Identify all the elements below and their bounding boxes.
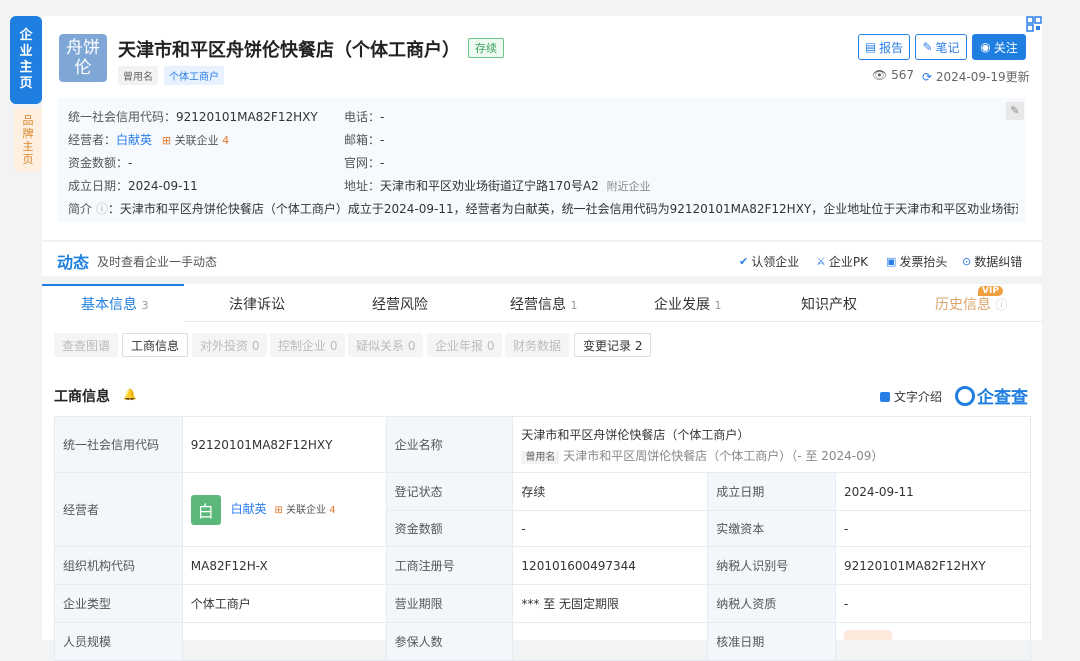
table-row: 组织机构代码 MA82F12H-X 工商注册号 120101600497344 …: [54, 546, 1031, 585]
tab-development[interactable]: 企业发展 1: [654, 294, 721, 314]
table-row: 统一社会信用代码 92120101MA82F12HXY 企业名称 天津市和平区舟…: [54, 416, 1031, 473]
website-row: 官网：-: [344, 156, 385, 170]
pk-icon: ⚔: [816, 255, 826, 268]
email-row: 邮箱：-: [344, 133, 385, 147]
operator-link[interactable]: 白献英: [231, 502, 267, 516]
view-count: 👁 567: [872, 68, 914, 82]
info-icon: ⓘ: [95, 202, 108, 216]
former-name-value: 天津市和平区周饼伦快餐店（个体工商户）（- 至 2024-09）: [563, 448, 884, 463]
tab-ip[interactable]: 知识产权: [801, 294, 857, 314]
capital-row: 资金数额：-: [68, 156, 133, 170]
check-shield-icon: ✔: [739, 255, 749, 268]
tab-basic-info[interactable]: 基本信息 3: [81, 294, 148, 314]
former-name-tag: 曾用名: [521, 450, 560, 464]
related-company-link[interactable]: ⊞ 关联企业 4: [274, 505, 335, 516]
credit-code-row: 统一社会信用代码：92120101MA82F12HXY: [68, 110, 318, 124]
bell-icon[interactable]: 🔔: [123, 388, 137, 401]
avatar: 白: [190, 494, 221, 525]
intro-row: 简介 ⓘ：天津市和平区舟饼伦快餐店（个体工商户）成立于2024-09-11，经营…: [68, 202, 1018, 216]
location-icon: ◉: [980, 40, 991, 54]
founded-row: 成立日期：2024-09-11: [68, 179, 198, 193]
follow-button[interactable]: ◉ 关注: [972, 34, 1026, 60]
table-row: 企业类型 个体工商户 营业期限 *** 至 无固定期限 纳税人资质 -: [54, 584, 1031, 623]
refresh-icon: ⟳: [922, 70, 933, 84]
former-name-tag[interactable]: 曾用名: [118, 66, 158, 85]
report-icon: ▤: [864, 40, 877, 54]
vip-badge: VIP: [978, 286, 1003, 296]
section-title: 工商信息: [54, 389, 110, 405]
side-tab-company-home[interactable]: 企业主页: [10, 16, 42, 104]
related-icon: ⊞: [161, 134, 172, 147]
doc-icon: [880, 391, 890, 402]
tab-risk[interactable]: 经营风险: [372, 294, 428, 314]
subtab-business-info[interactable]: 工商信息: [122, 333, 189, 357]
edit-icon[interactable]: ✎: [1006, 102, 1024, 120]
claim-company-link[interactable]: ✔ 认领企业: [739, 253, 799, 270]
status-badge: 存续: [468, 38, 504, 58]
table-row: 经营者 白 白献英 ⊞ 关联企业 4 登记状态 存续 成立日期 2024-09-…: [54, 472, 1031, 547]
tab-business-info[interactable]: 经营信息 1: [510, 294, 577, 314]
report-button[interactable]: ▤ 报告: [858, 34, 910, 60]
eye-icon: 👁: [872, 68, 888, 82]
tab-history[interactable]: 历史信息 ⓘ: [935, 294, 1007, 314]
subtab-finance[interactable]: 财务数据: [505, 333, 570, 357]
subtab-graph[interactable]: 查查图谱: [54, 333, 119, 357]
operator-link[interactable]: 白献英: [116, 133, 152, 147]
qcc-logo-icon: [955, 385, 975, 406]
company-type-tag: 个体工商户: [164, 66, 224, 85]
phone-row: 电话：-: [344, 110, 385, 124]
update-date: ⟳ 2024-09-19更新: [922, 70, 1030, 84]
subtab-suspected[interactable]: 疑似关系 0: [348, 333, 424, 357]
address-row: 地址：天津市和平区劝业场街道辽宁路170号A2 附近企业: [344, 179, 651, 193]
company-name: 天津市和平区舟饼伦快餐店（个体工商户）: [118, 40, 460, 61]
data-correction-link[interactable]: ⊙ 数据纠错: [962, 253, 1022, 270]
note-button[interactable]: ✎ 笔记: [915, 34, 967, 60]
dynamics-subtitle: 及时查看企业一手动态: [97, 255, 218, 269]
table-row: 人员规模 参保人数 核准日期: [54, 622, 1031, 661]
text-intro-button[interactable]: 文字介绍: [880, 388, 942, 405]
tab-legal[interactable]: 法律诉讼: [229, 294, 285, 314]
company-logo: 舟饼伦: [59, 34, 107, 82]
pencil-icon: ✎: [922, 40, 933, 54]
subtab-controlled[interactable]: 控制企业 0: [270, 333, 346, 357]
operator-row: 经营者：白献英 ⊞ 关联企业 4: [68, 133, 230, 147]
related-company-link[interactable]: ⊞ 关联企业 4: [162, 134, 229, 147]
subtab-annual-report[interactable]: 企业年报 0: [427, 333, 503, 357]
qr-code-icon[interactable]: [1026, 16, 1042, 32]
related-icon: ⊞: [274, 505, 283, 516]
subtab-investment[interactable]: 对外投资 0: [192, 333, 268, 357]
invoice-header-link[interactable]: ▣ 发票抬头: [886, 253, 947, 270]
nearby-companies-link[interactable]: 附近企业: [607, 180, 651, 193]
side-tab-brand-home[interactable]: 品牌主页: [14, 108, 42, 172]
subtab-change-records[interactable]: 变更记录 2: [574, 333, 652, 357]
partial-badge: [844, 630, 892, 640]
company-name-cell: 天津市和平区舟饼伦快餐店（个体工商户）: [521, 427, 750, 442]
company-pk-link[interactable]: ⚔ 企业PK: [816, 253, 868, 270]
correction-icon: ⊙: [962, 255, 972, 268]
business-info-table: 统一社会信用代码 92120101MA82F12HXY 企业名称 天津市和平区舟…: [54, 416, 1031, 661]
qcc-logo: 企查查: [955, 383, 1028, 408]
info-icon: ⓘ: [995, 298, 1008, 312]
invoice-icon: ▣: [886, 255, 897, 268]
dynamics-title: 动态: [57, 253, 90, 272]
